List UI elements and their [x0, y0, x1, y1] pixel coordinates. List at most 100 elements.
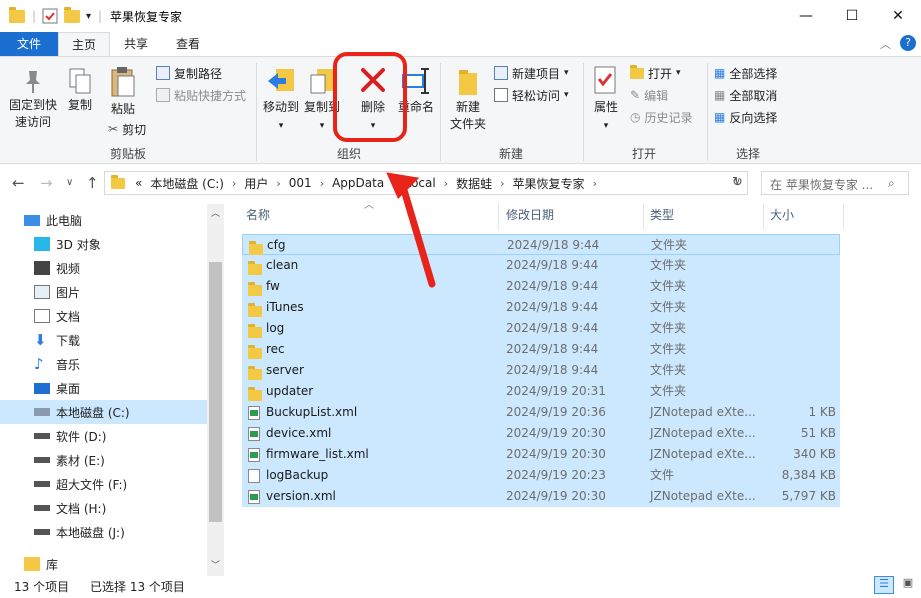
breadcrumb-item[interactable]: 苹果恢复专家 [513, 175, 585, 192]
invert-selection-button[interactable]: ▦ 反向选择 [714, 107, 777, 127]
column-header-type[interactable]: 类型 [650, 204, 674, 226]
move-to-button[interactable]: 移动到 ▾ [262, 65, 300, 135]
up-arrow-icon[interactable]: ↑ [86, 174, 99, 192]
close-button[interactable]: ✕ [875, 0, 921, 32]
file-name: iTunes [266, 300, 304, 314]
properties-label: 属性 [593, 100, 618, 114]
tab-share[interactable]: 共享 [112, 32, 160, 56]
nav-item-drive-h[interactable]: 文档 (H:) [0, 496, 207, 520]
nav-item-desktop[interactable]: 桌面 [0, 376, 207, 400]
copy-button[interactable]: 复制 [62, 67, 98, 114]
history-icon: ◷ [630, 110, 641, 124]
file-row[interactable]: cfg 2024/9/18 9:44 文件夹 [242, 234, 840, 255]
file-name: server [266, 363, 304, 377]
file-row[interactable]: device.xml 2024/9/19 20:30 JZNotepad eXte.… [242, 423, 840, 444]
group-label-select: 选择 [736, 147, 761, 161]
file-date: 2024/9/18 9:44 [506, 300, 599, 314]
new-folder-quick-icon[interactable] [64, 6, 80, 26]
nav-item-this-pc[interactable]: 此电脑 [0, 208, 207, 232]
column-header-name[interactable]: 名称 [246, 204, 270, 226]
scroll-down-icon[interactable]: ﹀ [211, 558, 220, 571]
paste-shortcut-button[interactable]: 粘贴快捷方式 [156, 85, 246, 105]
file-date: 2024/9/19 20:30 [506, 426, 606, 440]
minimize-button[interactable]: — [783, 0, 829, 32]
properties-quick-icon[interactable] [42, 6, 58, 26]
breadcrumb-item[interactable]: 数据蛙 [456, 175, 492, 192]
file-row[interactable]: firmware_list.xml 2024/9/19 20:30 JZNotepa… [242, 444, 840, 465]
file-row[interactable]: rec 2024/9/18 9:44 文件夹 [242, 339, 840, 360]
breadcrumb-item[interactable]: 用户 [244, 175, 268, 192]
nav-item-documents[interactable]: 文档 [0, 304, 207, 328]
navigation-bar: ← → ∨ ↑ « 本地磁盘 (C:)› 用户› 001› AppData› L… [0, 168, 921, 198]
breadcrumb-item[interactable]: 本地磁盘 (C:) [150, 175, 224, 192]
select-all-button[interactable]: ▦ 全部选择 [714, 63, 777, 83]
nav-item-pictures[interactable]: 图片 [0, 280, 207, 304]
file-row[interactable]: clean 2024/9/18 9:44 文件夹 [242, 255, 840, 276]
nav-item-downloads[interactable]: ⬇ 下载 [0, 328, 207, 352]
address-overflow[interactable]: « [135, 176, 142, 190]
open-button[interactable]: 打开 ▾ [630, 63, 681, 83]
edit-button[interactable]: ✎ 编辑 [630, 85, 668, 105]
scrollbar-thumb[interactable] [209, 262, 222, 522]
nav-item-drive-d[interactable]: 软件 (D:) [0, 424, 207, 448]
music-icon: ♪ [34, 355, 44, 373]
paste-button[interactable]: 粘贴 [104, 65, 142, 118]
new-item-button[interactable]: 新建项目 ▾ [494, 63, 569, 83]
properties-button[interactable]: 属性 ▾ [589, 65, 623, 135]
file-row[interactable]: version.xml 2024/9/19 20:30 JZNotepad eXte… [242, 486, 840, 507]
large-icons-view-icon[interactable]: ▣ [898, 576, 918, 594]
search-input[interactable]: 在 苹果恢复专家 ... [761, 171, 909, 195]
nav-item-drive-f[interactable]: 超大文件 (F:) [0, 472, 207, 496]
column-header-date[interactable]: 修改日期 [506, 204, 554, 226]
file-row[interactable]: logBackup 2024/9/19 20:23 文件 8,384 KB [242, 465, 840, 486]
file-name: fw [266, 279, 280, 293]
select-none-button[interactable]: ▦ 全部取消 [714, 85, 777, 105]
cut-button[interactable]: ✂ 剪切 [108, 119, 146, 139]
refresh-icon[interactable]: ↻ [732, 175, 743, 190]
video-icon [34, 261, 50, 275]
nav-item-drive-j[interactable]: 本地磁盘 (J:) [0, 520, 207, 544]
file-row[interactable]: iTunes 2024/9/18 9:44 文件夹 [242, 297, 840, 318]
column-divider [643, 204, 644, 230]
easy-access-button[interactable]: 轻松访问 ▾ [494, 85, 569, 105]
maximize-button[interactable]: ☐ [829, 0, 875, 32]
history-button[interactable]: ◷ 历史记录 [630, 107, 693, 127]
file-row[interactable]: updater 2024/9/19 20:31 文件夹 [242, 381, 840, 402]
customize-quick-access-icon[interactable]: ▾ [86, 6, 91, 26]
tab-view[interactable]: 查看 [164, 32, 212, 56]
search-icon[interactable]: ⌕ [888, 176, 895, 191]
copy-path-icon [156, 66, 170, 80]
scroll-up-icon[interactable]: ︿ [211, 206, 220, 219]
sort-indicator-icon: ︿ [364, 200, 374, 211]
copy-path-button[interactable]: 复制路径 [156, 63, 222, 83]
back-arrow-icon[interactable]: ← [12, 174, 25, 192]
column-divider [763, 204, 764, 230]
nav-item-videos[interactable]: 视频 [0, 256, 207, 280]
file-row[interactable]: server 2024/9/18 9:44 文件夹 [242, 360, 840, 381]
tab-file[interactable]: 文件 [0, 32, 58, 56]
breadcrumb-item[interactable]: 001 [289, 176, 312, 190]
file-row[interactable]: log 2024/9/18 9:44 文件夹 [242, 318, 840, 339]
drive-icon [34, 529, 50, 535]
column-header-size[interactable]: 大小 [770, 204, 794, 226]
collapse-ribbon-icon[interactable]: ︿ [880, 36, 891, 52]
nav-item-music[interactable]: ♪ 音乐 [0, 352, 207, 376]
properties-icon [594, 66, 616, 94]
nav-item-drive-c[interactable]: 本地磁盘 (C:) [0, 400, 207, 424]
file-row[interactable]: BuckupList.xml 2024/9/19 20:36 JZNotepad e… [242, 402, 840, 423]
file-row[interactable]: fw 2024/9/18 9:44 文件夹 [242, 276, 840, 297]
file-name: updater [266, 384, 314, 398]
nav-pane-scrollbar[interactable]: ︿ ﹀ [207, 204, 224, 576]
nav-item-drive-e[interactable]: 素材 (E:) [0, 448, 207, 472]
nav-item-libraries[interactable]: 库 [0, 552, 207, 576]
help-icon[interactable]: ? [900, 35, 916, 51]
forward-arrow-icon[interactable]: → [40, 174, 53, 192]
recent-locations-icon[interactable]: ∨ [66, 177, 73, 188]
download-icon: ⬇ [34, 331, 47, 349]
column-divider [843, 204, 844, 230]
tab-home[interactable]: 主页 [58, 32, 110, 56]
pin-quick-access-button[interactable]: 固定到快 速访问 [6, 67, 60, 131]
new-folder-button[interactable]: 新建 文件夹 [446, 65, 490, 133]
nav-item-3d-objects[interactable]: 3D 对象 [0, 232, 207, 256]
details-view-icon[interactable]: ☰ [874, 576, 894, 594]
